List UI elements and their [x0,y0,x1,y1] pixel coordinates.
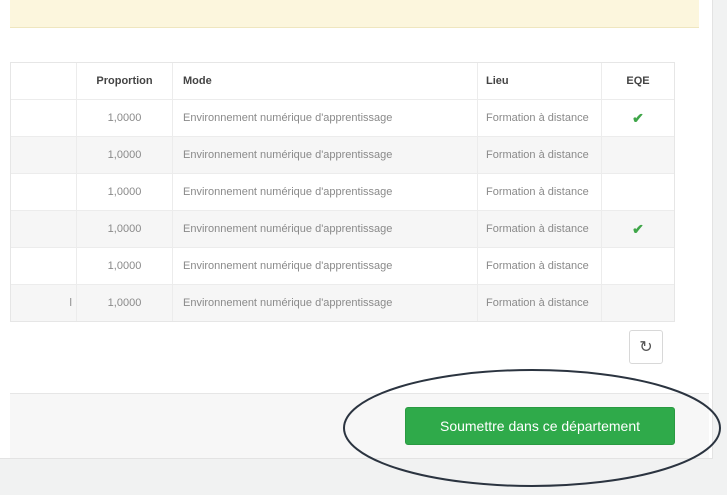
table-toolbar: ↻ [10,320,673,372]
eqe-cell [601,285,674,321]
lieu-cell: Formation à distance [477,100,601,136]
lieu-cell: Formation à distance [477,248,601,284]
check-icon: ✔ [601,211,674,247]
header-mode[interactable]: Mode [172,63,477,99]
table-row[interactable]: l 1,0000 Environnement numérique d'appre… [11,285,674,321]
proportion-cell: 1,0000 [76,248,172,284]
lieu-cell: Formation à distance [477,174,601,210]
proportion-cell: 1,0000 [76,137,172,173]
proportion-cell: 1,0000 [76,211,172,247]
row-lead [11,211,76,247]
proportion-cell: 1,0000 [76,174,172,210]
check-icon: ✔ [601,100,674,136]
table-row[interactable]: 1,0000 Environnement numérique d'apprent… [11,248,674,285]
table-row[interactable]: 1,0000 Environnement numérique d'apprent… [11,174,674,211]
proportion-cell: 1,0000 [76,100,172,136]
mode-cell: Environnement numérique d'apprentissage [172,248,477,284]
warning-banner [10,0,699,28]
mode-cell: Environnement numérique d'apprentissage [172,137,477,173]
lieu-cell: Formation à distance [477,137,601,173]
delivery-table: Proportion Mode Lieu EQE 1,0000 Environn… [10,62,675,322]
table-row[interactable]: 1,0000 Environnement numérique d'apprent… [11,100,674,137]
mode-cell: Environnement numérique d'apprentissage [172,211,477,247]
mode-cell: Environnement numérique d'apprentissage [172,174,477,210]
mode-cell: Environnement numérique d'apprentissage [172,285,477,321]
header-eqe[interactable]: EQE [601,63,674,99]
row-lead [11,137,76,173]
row-lead: l [69,297,72,309]
content-card: Proportion Mode Lieu EQE 1,0000 Environn… [0,0,713,459]
eqe-cell [601,248,674,284]
refresh-button[interactable]: ↻ [629,330,663,364]
table-row[interactable]: 1,0000 Environnement numérique d'apprent… [11,137,674,174]
header-lead [11,63,76,99]
row-lead [11,248,76,284]
header-proportion[interactable]: Proportion [76,63,172,99]
row-lead [11,100,76,136]
mode-cell: Environnement numérique d'apprentissage [172,100,477,136]
submit-department-button[interactable]: Soumettre dans ce département [405,407,675,445]
refresh-icon: ↻ [639,339,653,356]
eqe-cell [601,137,674,173]
lieu-cell: Formation à distance [477,285,601,321]
eqe-cell [601,174,674,210]
table-header-row: Proportion Mode Lieu EQE [11,63,674,100]
row-lead [11,174,76,210]
header-lieu[interactable]: Lieu [477,63,601,99]
table-row[interactable]: 1,0000 Environnement numérique d'apprent… [11,211,674,248]
proportion-cell: 1,0000 [76,285,172,321]
lieu-cell: Formation à distance [477,211,601,247]
